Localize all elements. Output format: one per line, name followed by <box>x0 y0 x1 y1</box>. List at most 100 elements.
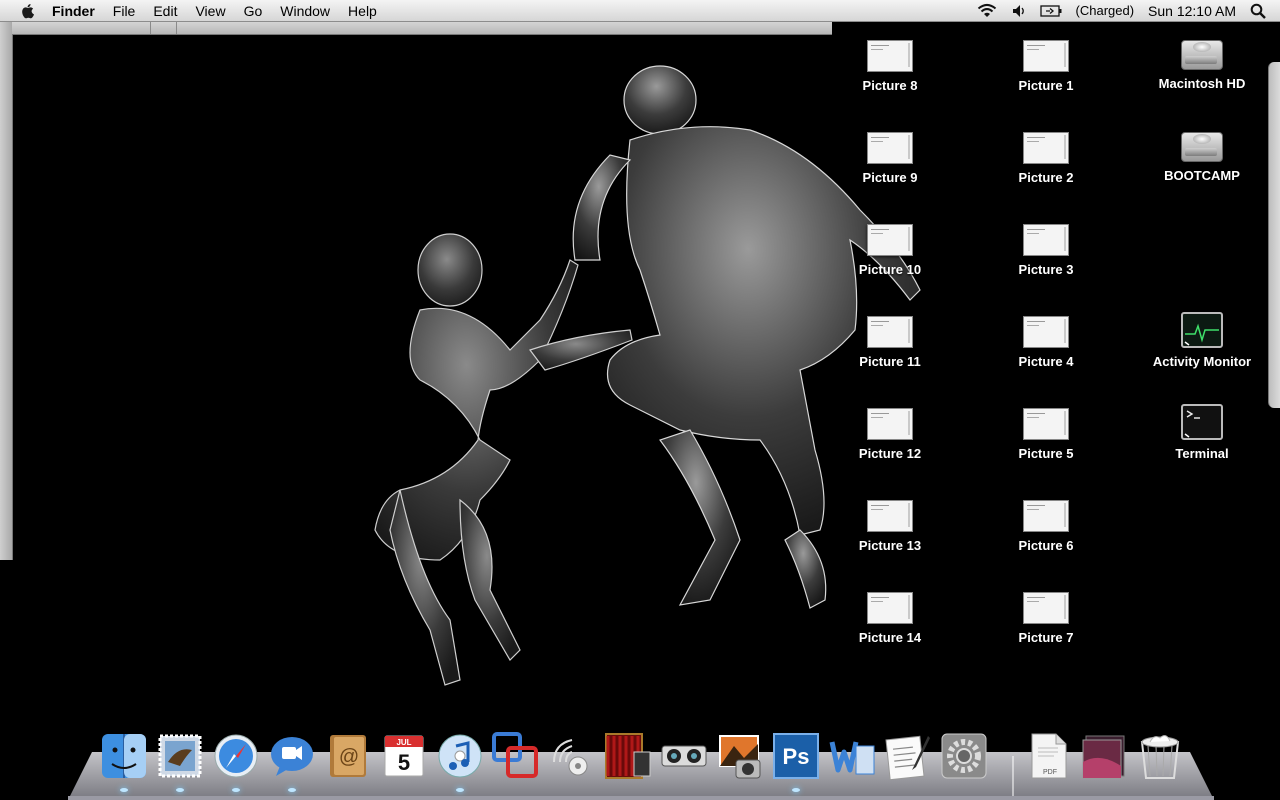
textedit-icon <box>885 735 930 781</box>
desktop-file-picture-3[interactable]: Picture 3 <box>981 224 1111 277</box>
desktop-file-picture-1[interactable]: Picture 1 <box>981 40 1111 93</box>
photo-booth-camera-icon <box>661 745 707 767</box>
desktop-file-picture-10[interactable]: Picture 10 <box>825 224 955 277</box>
dock-system-preferences[interactable] <box>940 732 988 780</box>
dock-front-row[interactable] <box>604 732 652 780</box>
desktop-file-picture-7[interactable]: Picture 7 <box>981 592 1111 645</box>
spotlight-search-icon[interactable] <box>1250 3 1266 19</box>
desktop-icon-label: Picture 2 <box>1018 170 1074 185</box>
wifi-icon[interactable] <box>976 3 998 19</box>
svg-text:@: @ <box>339 746 359 768</box>
menu-window[interactable]: Window <box>280 3 330 19</box>
desktop-icon-label: Picture 12 <box>858 446 922 461</box>
running-indicator <box>288 788 296 792</box>
running-indicator <box>120 788 128 792</box>
apple-menu-icon[interactable] <box>20 3 36 19</box>
dock-mail[interactable] <box>156 732 204 792</box>
dock-safari[interactable] <box>212 732 260 792</box>
dock-textedit[interactable] <box>884 732 932 781</box>
desktop-file-picture-14[interactable]: Picture 14 <box>825 592 955 645</box>
desktop-drive-macintosh-hd[interactable]: Macintosh HD <box>1137 36 1267 91</box>
vmware-icon <box>492 732 538 778</box>
itunes-icon <box>438 734 482 778</box>
desktop-file-picture-9[interactable]: Picture 9 <box>825 132 955 185</box>
menu-go[interactable]: Go <box>244 3 263 19</box>
screenshot-thumbnail-icon <box>867 316 913 348</box>
woman-figure <box>374 233 633 686</box>
photoshop-icon: Ps <box>773 733 819 779</box>
dock-finder[interactable] <box>100 732 148 792</box>
screenshot-thumbnail-icon <box>867 408 913 440</box>
dock-shelf-edge <box>68 796 1214 800</box>
screenshot-thumbnail-icon <box>1023 40 1069 72</box>
battery-status-text[interactable]: (Charged) <box>1076 3 1135 18</box>
screenshot-thumbnail-icon <box>867 40 913 72</box>
volume-icon[interactable] <box>1012 4 1026 18</box>
ical-calendar-icon: JUL 5 <box>384 735 424 777</box>
dock-vmware[interactable] <box>492 732 540 780</box>
toolbar-segment <box>150 22 177 34</box>
desktop-file-picture-13[interactable]: Picture 13 <box>825 500 955 553</box>
running-indicator <box>456 788 464 792</box>
photoshop-label: Ps <box>783 744 810 769</box>
desktop-file-picture-4[interactable]: Picture 4 <box>981 316 1111 369</box>
desktop-icon-label: Picture 14 <box>858 630 922 645</box>
dock-airport-utility[interactable] <box>548 732 596 780</box>
dock-ichat[interactable] <box>268 732 316 792</box>
dock-word[interactable] <box>828 732 876 780</box>
dock-downloads-stack[interactable] <box>1080 732 1128 780</box>
desktop-icon-label: BOOTCAMP <box>1164 168 1240 183</box>
desktop-file-picture-5[interactable]: Picture 5 <box>981 408 1111 461</box>
desktop-icon-label: Picture 8 <box>862 78 918 93</box>
desktop-icon-label: Picture 3 <box>1018 262 1074 277</box>
dock-address-book[interactable]: @ <box>324 732 372 780</box>
dock-photoshop[interactable]: Ps <box>772 732 820 792</box>
desktop-drive-bootcamp[interactable]: BOOTCAMP <box>1137 128 1267 183</box>
desktop-file-picture-8[interactable]: Picture 8 <box>825 40 955 93</box>
hard-drive-icon <box>1181 36 1223 70</box>
desktop-alias-activity-monitor[interactable]: Activity Monitor <box>1137 312 1267 369</box>
background-window-toolbar-edge <box>12 22 832 35</box>
front-row-curtain-icon <box>605 733 651 779</box>
right-window-edge[interactable] <box>1268 62 1280 408</box>
dock-itunes[interactable] <box>436 732 484 792</box>
desktop-file-picture-11[interactable]: Picture 11 <box>825 316 955 369</box>
screenshot-thumbnail-icon <box>1023 224 1069 256</box>
running-indicator <box>792 788 800 792</box>
desktop-file-picture-2[interactable]: Picture 2 <box>981 132 1111 185</box>
dock-ical[interactable]: JUL 5 <box>380 732 428 780</box>
ical-month-label: JUL <box>396 738 411 747</box>
menu-edit[interactable]: Edit <box>153 3 177 19</box>
desktop-icon-label: Picture 1 <box>1018 78 1074 93</box>
battery-icon[interactable] <box>1039 4 1062 17</box>
finder-icon <box>102 734 146 778</box>
menu-help[interactable]: Help <box>348 3 377 19</box>
desktop-alias-terminal[interactable]: Terminal <box>1137 404 1267 461</box>
menu-file[interactable]: File <box>113 3 136 19</box>
menu-bar: Finder File Edit View Go Window Help (Ch… <box>0 0 1280 22</box>
desktop-file-picture-12[interactable]: Picture 12 <box>825 408 955 461</box>
desktop-icon-label: Terminal <box>1175 446 1229 461</box>
word-icon <box>829 741 875 775</box>
mail-stamp-icon <box>158 734 202 778</box>
safari-compass-icon <box>214 734 258 778</box>
pdf-document-icon: PDF <box>1031 733 1067 779</box>
menu-finder[interactable]: Finder <box>52 3 95 19</box>
dock-photo-booth[interactable] <box>660 732 708 780</box>
screenshot-thumbnail-icon <box>1023 592 1069 624</box>
toolbar-segment <box>12 22 151 34</box>
screenshot-thumbnail-icon <box>867 500 913 532</box>
desktop-file-picture-6[interactable]: Picture 6 <box>981 500 1111 553</box>
dock-pdf-document[interactable]: PDF <box>1024 732 1072 780</box>
screenshot-thumbnail-icon <box>1023 408 1069 440</box>
dock-trash[interactable] <box>1136 732 1184 780</box>
background-window-edge[interactable] <box>0 22 13 560</box>
desktop-icon-label: Picture 11 <box>859 354 921 369</box>
activity-monitor-icon <box>1181 312 1223 348</box>
dock-iphoto[interactable] <box>716 732 764 780</box>
menu-view[interactable]: View <box>195 3 225 19</box>
desktop-icon-label: Picture 5 <box>1018 446 1074 461</box>
menubar-clock[interactable]: Sun 12:10 AM <box>1148 3 1236 19</box>
desktop-icon-label: Picture 6 <box>1018 538 1074 553</box>
screenshot-thumbnail-icon <box>867 224 913 256</box>
